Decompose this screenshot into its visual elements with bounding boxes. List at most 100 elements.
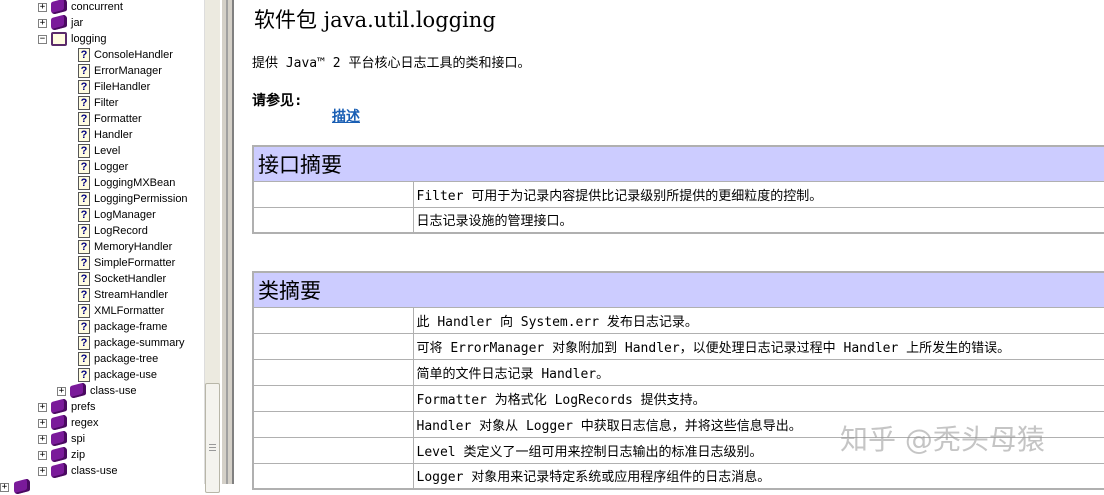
tree-item-page[interactable]: ? SocketHandler [0, 271, 204, 287]
tree-item-spi[interactable]: + spi [0, 429, 204, 448]
class-summary-heading: 类摘要 [252, 271, 1104, 308]
expand-icon[interactable]: + [38, 451, 47, 460]
collapse-icon[interactable]: − [38, 35, 47, 44]
help-page-icon: ? [78, 288, 90, 302]
tree-item-page[interactable]: ? package-tree [0, 351, 204, 367]
help-page-icon: ? [78, 368, 90, 382]
table-row: 日志记录设施的管理接口。 [252, 206, 1104, 234]
tree-item-page[interactable]: ? LoggingMXBean [0, 175, 204, 191]
book-icon [51, 445, 67, 464]
tree-item-page[interactable]: ? SimpleFormatter [0, 255, 204, 271]
tree-item-regex[interactable]: + regex [0, 413, 204, 432]
tree-item-page[interactable]: ? StreamHandler [0, 287, 204, 303]
tree-item-label: package-summary [94, 337, 185, 349]
doc-content: 软件包 java.util.logging 提供 Java™ 2 平台核心日志工… [240, 0, 1104, 490]
tree-item-page[interactable]: ? package-summary [0, 335, 204, 351]
tree-item-page[interactable]: ? package-use [0, 367, 204, 383]
table-row: 此 Handler 向 System.err 发布日志记录。 [252, 306, 1104, 334]
tree-item-page[interactable]: ? LogManager [0, 207, 204, 223]
tree-item-page[interactable]: ? FileHandler [0, 79, 204, 95]
tree-item-label: LoggingPermission [94, 193, 188, 205]
tree-item-prefs[interactable]: + prefs [0, 397, 204, 416]
book-icon [14, 477, 30, 495]
help-page-icon: ? [78, 160, 90, 174]
tree-item-concurrent[interactable]: + concurrent [0, 0, 204, 16]
frame-splitter[interactable] [220, 0, 234, 484]
table-row: Formatter 为格式化 LogRecords 提供支持。 [252, 384, 1104, 412]
tree-item-page[interactable]: ? Formatter [0, 111, 204, 127]
type-description: Filter 可用于为记录内容提供比记录级别所提供的更细粒度的控制。 [412, 180, 1104, 208]
tree-item-page[interactable]: ? Handler [0, 127, 204, 143]
help-page-icon: ? [78, 96, 90, 110]
help-page-icon: ? [78, 192, 90, 206]
tree-item-label: Filter [94, 97, 119, 109]
tree-item-label: class-use [90, 385, 137, 397]
expand-icon[interactable]: + [38, 19, 47, 28]
scrollbar-thumb[interactable] [205, 383, 220, 493]
expand-icon[interactable]: + [57, 387, 66, 396]
tree-item-page[interactable]: ? ConsoleHandler [0, 47, 204, 63]
tree-item-label: prefs [71, 401, 96, 413]
expand-icon[interactable]: + [38, 419, 47, 428]
help-page-icon: ? [78, 112, 90, 126]
tree-item-page[interactable]: ? package-frame [0, 319, 204, 335]
tree-item-jar[interactable]: + jar [0, 13, 204, 32]
description-link[interactable]: 描述 [332, 106, 360, 126]
tree-item-label: jar [71, 17, 84, 29]
tree-item-page[interactable]: ? Level [0, 143, 204, 159]
type-description: 日志记录设施的管理接口。 [412, 206, 1104, 234]
tree-item-label: package-use [94, 369, 157, 381]
tree-item-page[interactable]: ? LoggingPermission [0, 191, 204, 207]
tree-item-label: Logger [94, 161, 129, 173]
interface-summary-table: 接口摘要 Filter 可用于为记录内容提供比记录级别所提供的更细粒度的控制。日… [252, 145, 1104, 234]
help-page-icon: ? [78, 320, 90, 334]
help-page-icon: ? [78, 128, 90, 142]
tree-item-label: package-frame [94, 321, 168, 333]
expand-icon[interactable]: + [38, 403, 47, 412]
tree-item-label: LogManager [94, 209, 156, 221]
tree-item-page[interactable]: ? LogRecord [0, 223, 204, 239]
scrollbar-grip-icon [209, 444, 216, 451]
tree-item-class-use[interactable]: + class-use [0, 461, 204, 480]
type-name-cell [252, 332, 414, 360]
tree-item-label: Formatter [94, 113, 142, 125]
expand-icon[interactable]: + [0, 483, 9, 492]
type-name-cell [252, 462, 414, 490]
tree-item-zip[interactable]: + zip [0, 445, 204, 464]
book-icon [51, 429, 67, 448]
package-description: 提供 Java™ 2 平台核心日志工具的类和接口。 [252, 56, 531, 71]
open-book-icon [51, 32, 67, 46]
table-row: Filter 可用于为记录内容提供比记录级别所提供的更细粒度的控制。 [252, 180, 1104, 208]
tree-item-page[interactable]: ? XMLFormatter [0, 303, 204, 319]
help-page-icon: ? [78, 224, 90, 238]
book-icon [51, 397, 67, 416]
tree-item-label: FileHandler [94, 81, 151, 93]
expand-icon[interactable]: + [38, 3, 47, 12]
tree-item-page[interactable]: ? ErrorManager [0, 63, 204, 79]
tree-item-label: package-tree [94, 353, 159, 365]
type-name-cell [252, 436, 414, 464]
tree-item-logging[interactable]: − logging [0, 31, 204, 47]
tree-item-label: ConsoleHandler [94, 49, 173, 61]
tree-item-label: StreamHandler [94, 289, 168, 301]
table-row: Logger 对象用来记录特定系统或应用程序组件的日志消息。 [252, 462, 1104, 490]
tree-item-class-use[interactable]: + class-use [0, 381, 204, 400]
tree-item-page[interactable]: ? Filter [0, 95, 204, 111]
interface-summary-heading: 接口摘要 [252, 145, 1104, 182]
page-title: 软件包 java.util.logging [254, 8, 496, 32]
expand-icon[interactable]: + [38, 435, 47, 444]
help-page-icon: ? [78, 256, 90, 270]
tree-item-page[interactable]: ? MemoryHandler [0, 239, 204, 255]
tree-item-page[interactable]: ? Logger [0, 159, 204, 175]
table-row: 可将 ErrorManager 对象附加到 Handler，以便处理日志记录过程… [252, 332, 1104, 360]
expand-icon[interactable]: + [38, 467, 47, 476]
tree-item-label: Level [94, 145, 121, 157]
type-name-cell [252, 358, 414, 386]
type-description: Logger 对象用来记录特定系统或应用程序组件的日志消息。 [412, 462, 1104, 490]
help-page-icon: ? [78, 336, 90, 350]
type-description: Formatter 为格式化 LogRecords 提供支持。 [412, 384, 1104, 412]
tree-item-label: logging [71, 33, 107, 45]
tree-item-label: concurrent [71, 1, 123, 13]
type-name-cell [252, 410, 414, 438]
tree-item-label: regex [71, 417, 99, 429]
